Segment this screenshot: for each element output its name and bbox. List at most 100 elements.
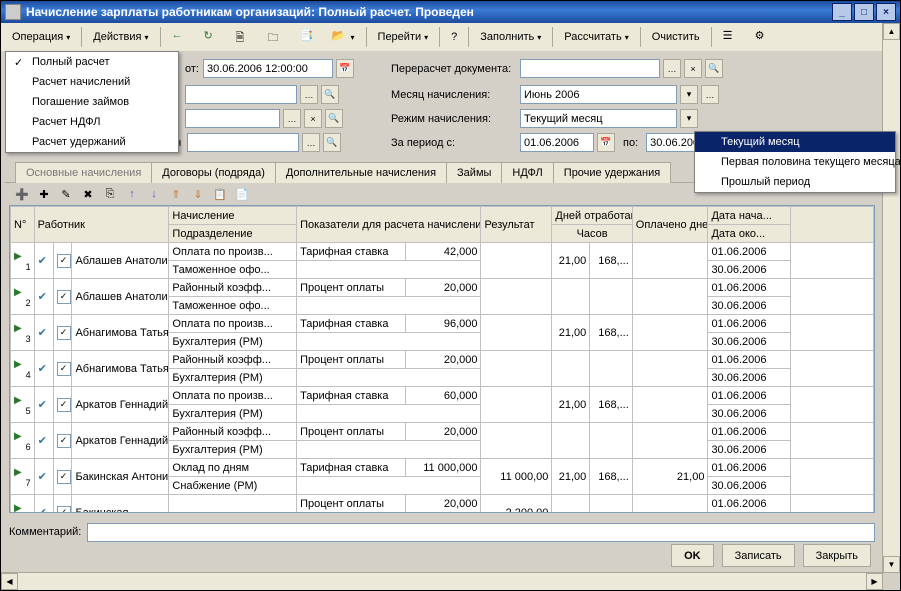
tab-ndfl[interactable]: НДФЛ <box>501 162 553 183</box>
scroll-up-icon[interactable]: ▲ <box>883 23 900 40</box>
mode-past[interactable]: Прошлый период <box>695 172 895 192</box>
tool-icon-1[interactable]: 🗎 <box>229 25 259 49</box>
recalc-clear-icon[interactable]: × <box>684 59 702 78</box>
row-checkbox[interactable]: ✓ <box>57 254 71 268</box>
date-from-field[interactable]: 30.06.2006 12:00:00 <box>203 59 333 78</box>
table-row[interactable]: ▶7✔✓Бакинская АнтонинаОклад по днямТариф… <box>11 459 874 477</box>
recalc-field[interactable] <box>520 59 660 78</box>
col-hours[interactable]: Часов <box>552 225 632 243</box>
col-worker[interactable]: Работник <box>34 207 169 243</box>
write-button[interactable]: Записать <box>722 544 795 567</box>
field-2[interactable] <box>185 85 297 104</box>
ok-button[interactable]: OK <box>671 544 714 567</box>
table-row[interactable]: ▶3✔✓Абнагимова ТатьянаОплата по произв..… <box>11 315 874 333</box>
table-row[interactable]: ▶4✔✓Абнагимова ТатьянаРайонный коэфф...П… <box>11 351 874 369</box>
field-4[interactable] <box>187 133 299 152</box>
field-2-search-icon[interactable]: 🔍 <box>321 85 339 104</box>
field-3[interactable] <box>185 109 280 128</box>
row-checkbox[interactable]: ✓ <box>57 398 71 412</box>
col-result[interactable]: Результат <box>481 207 552 243</box>
table-row[interactable]: ▶1✔✓Аблашев АнатолийОплата по произв...Т… <box>11 243 874 261</box>
grid-sort-desc-icon[interactable]: ⇓ <box>189 185 207 203</box>
grid-edit-icon[interactable]: ✎ <box>57 185 75 203</box>
tool-icon-6[interactable]: ⚙ <box>748 25 778 49</box>
month-field[interactable]: Июнь 2006 <box>520 85 677 104</box>
mode-current[interactable]: Текущий месяц <box>695 132 895 152</box>
grid-add-copy-icon[interactable]: ✚ <box>35 185 53 203</box>
field-3-search-icon[interactable]: 🔍 <box>325 109 343 128</box>
vertical-scrollbar[interactable]: ▲ ▼ <box>882 23 900 573</box>
table-row[interactable]: ▶5✔✓Аркатов ГеннадийОплата по произв...Т… <box>11 387 874 405</box>
help-button[interactable]: ? <box>444 25 464 49</box>
field-3-lookup-icon[interactable]: … <box>283 109 301 128</box>
tab-contracts[interactable]: Договоры (подряда) <box>151 162 276 183</box>
op-full-calc[interactable]: Полный расчет <box>6 52 178 72</box>
recalc-lookup-icon[interactable]: … <box>663 59 681 78</box>
field-4-lookup-icon[interactable]: … <box>302 133 320 152</box>
tool-icon-4[interactable]: 📂▾ <box>325 25 362 49</box>
scroll-right-icon[interactable]: ▶ <box>866 573 883 590</box>
tab-other[interactable]: Прочие удержания <box>553 162 671 183</box>
goto-button[interactable]: Перейти▾ <box>371 25 436 49</box>
field-4-search-icon[interactable]: 🔍 <box>323 133 341 152</box>
month-drop-icon[interactable]: ▾ <box>680 85 698 104</box>
scroll-down-icon[interactable]: ▼ <box>883 556 900 573</box>
table-row[interactable]: ▶8✔✓БакинскаяПроцент оплаты20,0002 200,0… <box>11 495 874 513</box>
row-checkbox[interactable]: ✓ <box>57 506 71 514</box>
col-indicators[interactable]: Показатели для расчета начисления <box>297 207 481 243</box>
table-row[interactable]: ▶6✔✓Аркатов ГеннадийРайонный коэфф...Про… <box>11 423 874 441</box>
grid-page-icon[interactable]: 📄 <box>233 185 251 203</box>
row-checkbox[interactable]: ✓ <box>57 326 71 340</box>
comment-field[interactable] <box>87 523 875 542</box>
date-from-calendar-icon[interactable]: 📅 <box>336 59 354 78</box>
horizontal-scrollbar[interactable]: ◀ ▶ <box>1 572 883 590</box>
col-accrual[interactable]: Начисление <box>169 207 297 225</box>
field-2-lookup-icon[interactable]: … <box>300 85 318 104</box>
col-subdiv[interactable]: Подразделение <box>169 225 297 243</box>
tool-icon-5[interactable]: ☰ <box>716 25 746 49</box>
mode-drop-icon[interactable]: ▾ <box>680 109 698 128</box>
clear-button[interactable]: Очистить <box>645 25 707 49</box>
tool-icon-2[interactable]: 🗀 <box>261 25 291 49</box>
period-from-field[interactable]: 01.06.2006 <box>520 133 594 152</box>
mode-first-half[interactable]: Первая половина текущего месяца <box>695 152 895 172</box>
grid-move-down-icon[interactable]: ↓ <box>145 185 163 203</box>
grid-add-row-icon[interactable]: ➕ <box>13 185 31 203</box>
tab-loans[interactable]: Займы <box>446 162 502 183</box>
scroll-left-icon[interactable]: ◀ <box>1 573 18 590</box>
close-button[interactable]: Закрыть <box>803 544 871 567</box>
op-accruals[interactable]: Расчет начислений <box>6 72 178 92</box>
fill-button[interactable]: Заполнить▾ <box>473 25 548 49</box>
month-lookup-icon[interactable]: … <box>701 85 719 104</box>
op-loans[interactable]: Погашение займов <box>6 92 178 112</box>
refresh-button[interactable]: ↻ <box>197 25 227 49</box>
period-from-calendar-icon[interactable]: 📅 <box>597 133 615 152</box>
tool-icon-3[interactable]: 📑 <box>293 25 323 49</box>
col-date-end[interactable]: Дата око... <box>708 225 791 243</box>
back-button[interactable]: ← <box>165 25 195 49</box>
actions-menu-button[interactable]: Действия▾ <box>86 25 155 49</box>
col-paid[interactable]: Оплачено дней/часов <box>632 207 708 243</box>
recalc-search-icon[interactable]: 🔍 <box>705 59 723 78</box>
mode-field[interactable]: Текущий месяц <box>520 109 677 128</box>
op-ndfl[interactable]: Расчет НДФЛ <box>6 112 178 132</box>
operation-menu-button[interactable]: Операция▾ <box>5 25 77 49</box>
grid-delete-icon[interactable]: ✖ <box>79 185 97 203</box>
grid-list-icon[interactable]: 📋 <box>211 185 229 203</box>
maximize-button[interactable]: □ <box>854 3 874 21</box>
col-no[interactable]: N° <box>11 207 35 243</box>
close-window-button[interactable]: × <box>876 3 896 21</box>
field-3-clear-icon[interactable]: × <box>304 109 322 128</box>
calculate-button[interactable]: Рассчитать▾ <box>557 25 635 49</box>
table-row[interactable]: ▶2✔✓Аблашев АнатолийРайонный коэфф...Про… <box>11 279 874 297</box>
minimize-button[interactable]: _ <box>832 3 852 21</box>
col-date-start[interactable]: Дата нача... <box>708 207 791 225</box>
tab-main[interactable]: Основные начисления <box>15 162 152 183</box>
tab-extra[interactable]: Дополнительные начисления <box>275 162 447 183</box>
grid-sort-asc-icon[interactable]: ⇑ <box>167 185 185 203</box>
row-checkbox[interactable]: ✓ <box>57 362 71 376</box>
grid-move-up-icon[interactable]: ↑ <box>123 185 141 203</box>
row-checkbox[interactable]: ✓ <box>57 290 71 304</box>
op-deductions[interactable]: Расчет удержаний <box>6 132 178 152</box>
grid-copy-icon[interactable]: ⎘ <box>101 185 119 203</box>
